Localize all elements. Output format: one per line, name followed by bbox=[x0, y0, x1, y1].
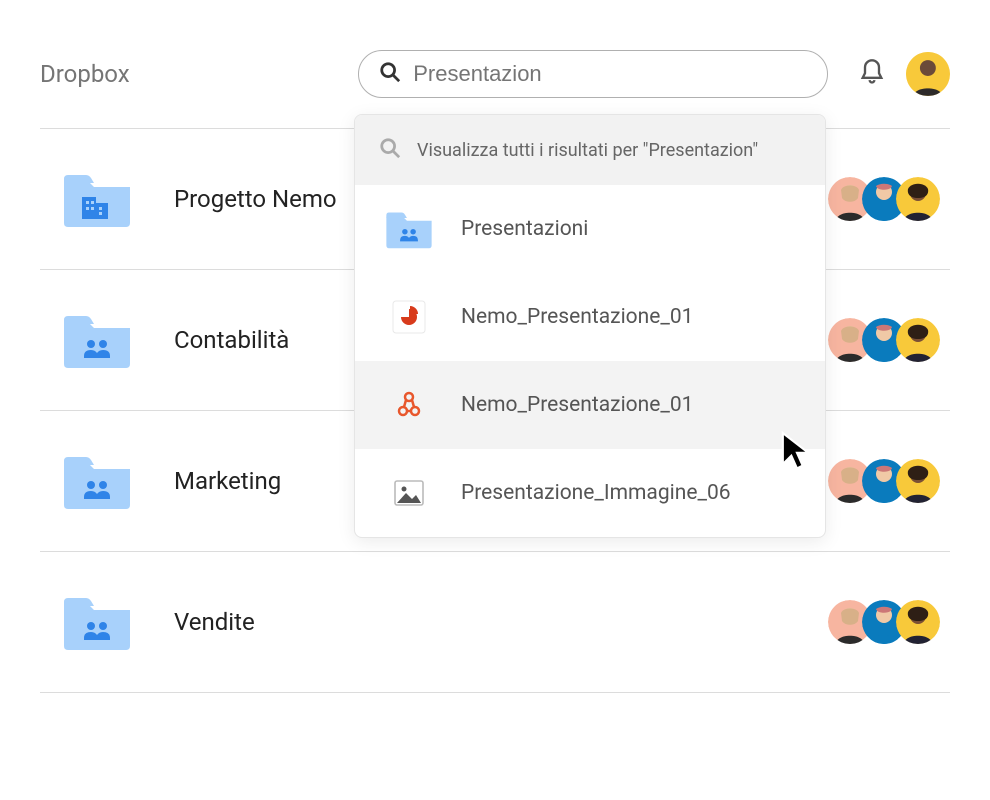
sketch-file-icon bbox=[385, 381, 433, 429]
search-results-header-text: Visualizza tutti i risultati per "Presen… bbox=[417, 140, 758, 161]
folder-row[interactable]: Vendite bbox=[40, 551, 950, 693]
bell-icon bbox=[858, 58, 886, 86]
shared-folder-icon bbox=[60, 453, 134, 509]
member-avatar bbox=[896, 177, 940, 221]
search-result-item[interactable]: Presentazioni bbox=[355, 185, 825, 273]
member-avatar bbox=[896, 318, 940, 362]
search-box[interactable] bbox=[358, 50, 828, 98]
search-result-label: Presentazioni bbox=[461, 217, 588, 241]
slides-file-icon bbox=[385, 293, 433, 341]
shared-avatars bbox=[838, 177, 940, 221]
search-result-label: Nemo_Presentazione_01 bbox=[461, 393, 693, 417]
search-input[interactable] bbox=[413, 61, 807, 87]
shared-avatars bbox=[838, 318, 940, 362]
search-result-item[interactable]: Presentazione_Immagine_06 bbox=[355, 449, 825, 537]
member-avatar bbox=[896, 600, 940, 644]
shared-folder-icon bbox=[60, 312, 134, 368]
cursor-icon bbox=[780, 430, 814, 474]
search-results-dropdown: Visualizza tutti i risultati per "Presen… bbox=[354, 114, 826, 538]
search-result-label: Presentazione_Immagine_06 bbox=[461, 481, 731, 505]
member-avatar bbox=[896, 459, 940, 503]
company-folder-icon bbox=[60, 171, 134, 227]
search-result-item[interactable]: Nemo_Presentazione_01 bbox=[355, 361, 825, 449]
search-result-label: Nemo_Presentazione_01 bbox=[461, 305, 693, 329]
shared-folder-icon bbox=[60, 594, 134, 650]
shared-avatars bbox=[838, 459, 940, 503]
user-avatar[interactable] bbox=[906, 52, 950, 96]
image-file-icon bbox=[385, 469, 433, 517]
shared-avatars bbox=[838, 600, 940, 644]
app-title: Dropbox bbox=[40, 60, 338, 88]
notifications-button[interactable] bbox=[858, 58, 886, 90]
shared-folder-icon bbox=[385, 205, 433, 253]
search-result-item[interactable]: Nemo_Presentazione_01 bbox=[355, 273, 825, 361]
search-icon bbox=[379, 137, 401, 163]
search-icon bbox=[379, 61, 401, 87]
folder-name: Vendite bbox=[174, 608, 798, 636]
search-results-header[interactable]: Visualizza tutti i risultati per "Presen… bbox=[355, 115, 825, 185]
